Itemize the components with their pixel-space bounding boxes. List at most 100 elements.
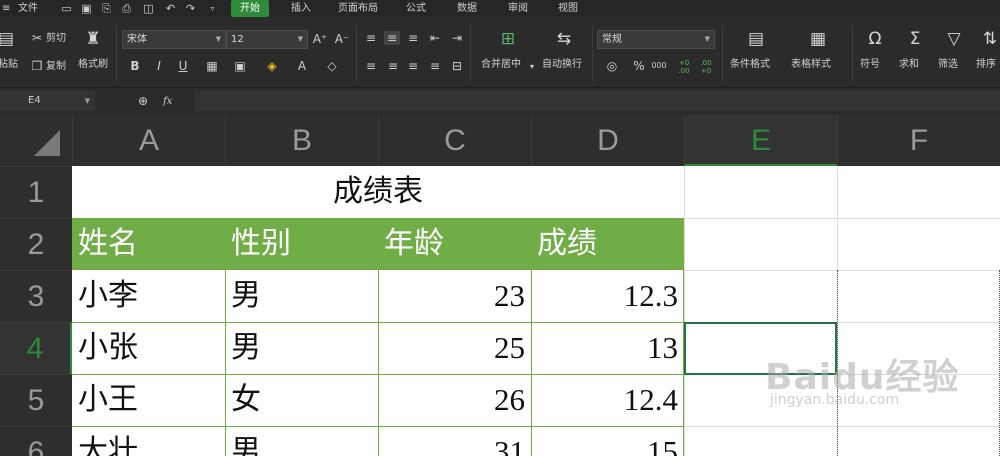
symbol-icon[interactable]: Ω <box>864 29 886 49</box>
align-right-icon[interactable]: ≡ <box>406 59 420 73</box>
table-style-icon[interactable]: ▦ <box>806 29 830 49</box>
menu-file[interactable]: 文件 <box>18 0 38 17</box>
table-cell[interactable]: 26 <box>378 374 531 426</box>
font-size-select[interactable]: 12 ▼ <box>226 30 308 49</box>
fill-color-icon[interactable]: ◈ <box>262 59 282 73</box>
number-format-select[interactable]: 常规 ▼ <box>597 30 715 49</box>
sum-icon[interactable]: Σ <box>904 29 926 49</box>
filter-icon[interactable]: ▽ <box>943 29 965 49</box>
row-header-6[interactable]: 6 <box>0 426 72 456</box>
increase-indent-icon[interactable]: ⇥ <box>450 31 464 45</box>
wrap-text-button[interactable]: 自动换行 <box>542 58 582 71</box>
cut-button[interactable]: 剪切 <box>46 32 66 45</box>
redo-icon[interactable]: ↷ <box>184 2 197 15</box>
header-cell-gender[interactable]: 性别 <box>225 218 378 270</box>
align-bottom-icon[interactable]: ≡ <box>406 31 420 45</box>
table-cell[interactable]: 25 <box>378 322 531 374</box>
column-header-a[interactable]: A <box>72 115 225 166</box>
print-icon[interactable]: ⎙ <box>120 2 133 15</box>
column-header-e[interactable]: E <box>684 115 837 166</box>
table-style-button[interactable]: 表格样式 <box>791 58 831 71</box>
sort-icon[interactable]: ⇅ <box>980 29 1000 49</box>
quick-access-dropdown-icon[interactable]: ▿ <box>206 2 219 15</box>
tab-view[interactable]: 视图 <box>558 0 578 17</box>
undo-icon[interactable]: ↶ <box>164 2 177 15</box>
tab-formulas[interactable]: 公式 <box>406 0 426 17</box>
column-header-f[interactable]: F <box>837 115 1000 166</box>
table-cell[interactable]: 大壮 <box>72 426 225 456</box>
tab-insert[interactable]: 插入 <box>291 0 311 17</box>
row-header-4[interactable]: 4 <box>0 322 72 374</box>
format-painter-button[interactable]: 格式刷 <box>78 58 108 71</box>
row-header-3[interactable]: 3 <box>0 270 72 322</box>
percent-button[interactable]: % <box>632 59 646 73</box>
tab-review[interactable]: 审阅 <box>508 0 528 17</box>
sort-button[interactable]: 排序 <box>976 58 996 71</box>
decrease-font-icon[interactable]: A⁻ <box>334 32 350 46</box>
paste-button[interactable]: 粘贴 <box>0 58 18 71</box>
underline-button[interactable]: U <box>176 59 190 73</box>
zoom-formula-icon[interactable]: ⊕ <box>136 94 150 108</box>
fx-label[interactable]: fx <box>163 95 172 108</box>
copy-icon[interactable]: ❐ <box>30 59 44 73</box>
table-cell[interactable]: 23 <box>378 270 531 322</box>
wrap-text-icon[interactable]: ⇆ <box>552 29 576 49</box>
table-cell[interactable]: 女 <box>225 374 378 426</box>
align-middle-icon[interactable]: ≡ <box>384 31 400 45</box>
tab-data[interactable]: 数据 <box>457 0 477 17</box>
font-color-icon[interactable]: A <box>292 59 312 73</box>
table-cell[interactable]: 小王 <box>72 374 225 426</box>
header-cell-age[interactable]: 年龄 <box>378 218 531 270</box>
conditional-format-button[interactable]: 条件格式 <box>730 58 770 71</box>
sum-button[interactable]: 求和 <box>899 58 919 71</box>
copy-button[interactable]: 复制 <box>46 60 66 73</box>
paste-icon[interactable]: ▤ <box>0 29 16 49</box>
font-name-select[interactable]: 宋体 ▼ <box>122 30 226 49</box>
column-header-d[interactable]: D <box>531 115 684 166</box>
tab-home[interactable]: 开始 <box>231 0 269 17</box>
cell-style-icon[interactable]: ▣ <box>230 59 250 73</box>
table-cell[interactable]: 12.4 <box>531 374 684 426</box>
table-cell[interactable]: 男 <box>225 322 378 374</box>
table-cell[interactable]: 男 <box>225 426 378 456</box>
symbol-button[interactable]: 符号 <box>860 58 880 71</box>
distributed-icon[interactable]: ⊟ <box>450 59 464 73</box>
row-header-5[interactable]: 5 <box>0 374 72 426</box>
sheet-title-cell[interactable]: 成绩表 <box>72 166 684 218</box>
italic-button[interactable]: I <box>152 59 166 73</box>
table-cell[interactable]: 小李 <box>72 270 225 322</box>
column-header-c[interactable]: C <box>378 115 531 166</box>
table-cell[interactable]: 小张 <box>72 322 225 374</box>
justify-icon[interactable]: ≡ <box>428 59 442 73</box>
conditional-format-icon[interactable]: ▤ <box>744 29 768 49</box>
open-icon[interactable]: ▭ <box>60 2 73 15</box>
thousands-separator-button[interactable]: 000 <box>650 59 668 73</box>
header-cell-name[interactable]: 姓名 <box>72 218 225 270</box>
spreadsheet-grid[interactable]: 成绩表 姓名 性别 年龄 成绩 小李 男 23 12.3 小张 男 25 13 … <box>72 166 1000 456</box>
decrease-indent-icon[interactable]: ⇤ <box>428 31 442 45</box>
print-preview-icon[interactable]: ◫ <box>142 2 155 15</box>
bold-button[interactable]: B <box>128 59 142 73</box>
align-center-icon[interactable]: ≡ <box>386 59 400 73</box>
table-cell[interactable]: 15 <box>531 426 684 456</box>
table-cell[interactable]: 男 <box>225 270 378 322</box>
save-icon[interactable]: ▣ <box>80 2 93 15</box>
currency-icon[interactable]: ◎ <box>604 59 620 73</box>
merge-center-icon[interactable]: ⊞ <box>496 29 520 49</box>
hamburger-menu-icon[interactable]: ≡ <box>2 0 10 17</box>
formula-input[interactable] <box>195 91 1000 111</box>
chevron-down-icon[interactable]: ▾ <box>528 60 536 74</box>
clear-format-icon[interactable]: ◇ <box>322 59 342 73</box>
table-cell[interactable]: 31 <box>378 426 531 456</box>
row-header-1[interactable]: 1 <box>0 166 72 218</box>
align-left-icon[interactable]: ≡ <box>364 59 378 73</box>
export-icon[interactable]: ⎘ <box>100 2 113 15</box>
merge-center-button[interactable]: 合并居中 <box>481 58 521 71</box>
filter-button[interactable]: 筛选 <box>938 58 958 71</box>
increase-decimal-button[interactable]: +0 .00 <box>674 59 694 75</box>
format-painter-icon[interactable]: ♜ <box>83 29 103 49</box>
table-cell[interactable]: 13 <box>531 322 684 374</box>
decrease-decimal-button[interactable]: .00 +0 <box>696 59 716 75</box>
column-header-b[interactable]: B <box>225 115 378 166</box>
align-top-icon[interactable]: ≡ <box>364 31 378 45</box>
